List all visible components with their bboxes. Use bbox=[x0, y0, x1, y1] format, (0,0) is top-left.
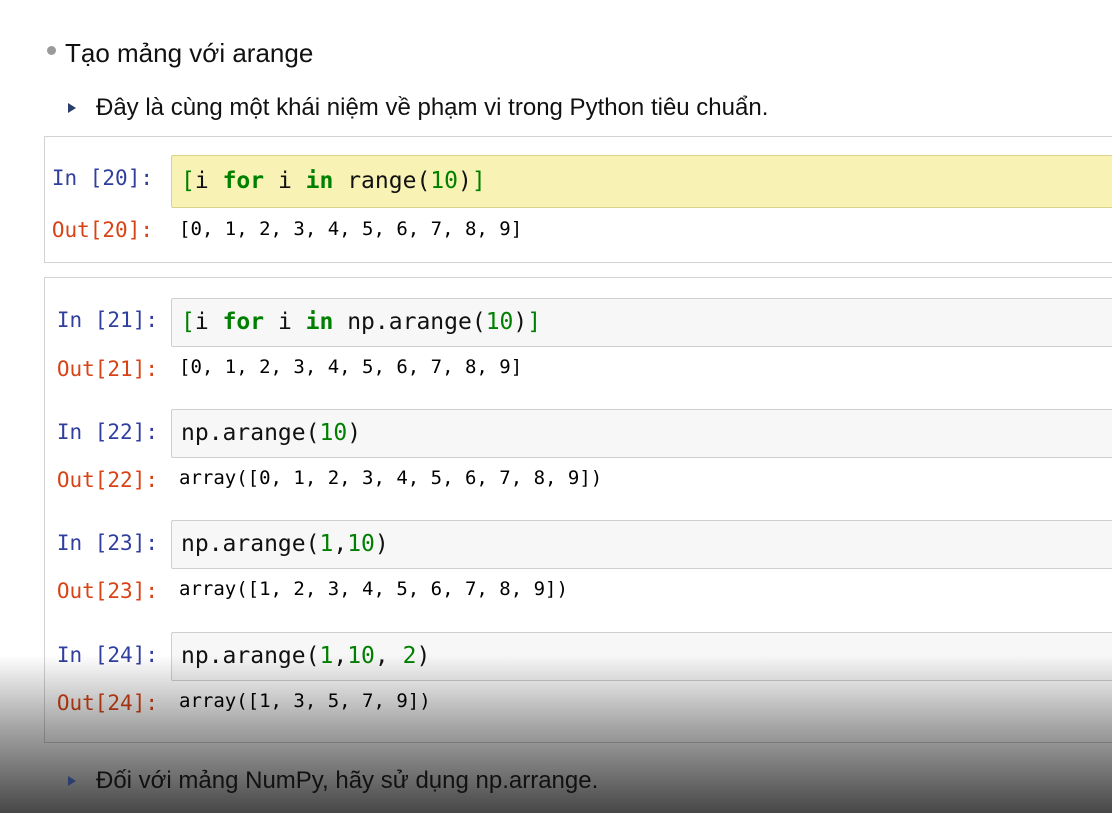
notebook-cell-group-1: In [20]: [i for i in range(10)] Out[20]:… bbox=[44, 136, 1112, 263]
cell-output: [0, 1, 2, 3, 4, 5, 6, 7, 8, 9] bbox=[179, 218, 523, 240]
cell-output: [0, 1, 2, 3, 4, 5, 6, 7, 8, 9] bbox=[179, 356, 523, 378]
bullet-text: Đây là cùng một khái niệm về phạm vi tro… bbox=[96, 94, 769, 121]
code-cell-input[interactable]: np.arange(1,10) bbox=[171, 520, 1112, 569]
triangle-bullet-icon bbox=[68, 776, 76, 786]
in-prompt: In [21]: bbox=[56, 308, 158, 332]
code-cell-input[interactable]: [i for i in range(10)] bbox=[171, 155, 1112, 208]
out-prompt: Out[24]: bbox=[56, 691, 158, 715]
out-prompt: Out[23]: bbox=[56, 579, 158, 603]
bullet-text: Đối với mảng NumPy, hãy sử dụng np.arran… bbox=[96, 767, 599, 794]
bullet-title: Tạo mảng với arange bbox=[65, 38, 314, 68]
code-cell-input[interactable]: [i for i in np.arange(10)] bbox=[171, 298, 1112, 347]
bullet-level2-numpy: Đối với mảng NumPy, hãy sử dụng np.arran… bbox=[68, 767, 598, 795]
in-prompt: In [22]: bbox=[56, 420, 158, 444]
cell-output: array([1, 3, 5, 7, 9]) bbox=[179, 690, 431, 712]
in-prompt: In [23]: bbox=[56, 531, 158, 555]
bullet-level2-range: Đây là cùng một khái niệm về phạm vi tro… bbox=[68, 94, 768, 122]
bullet-dot-icon bbox=[47, 46, 56, 55]
bullet-level1: Tạo mảng với arange bbox=[47, 38, 313, 69]
cell-output: array([0, 1, 2, 3, 4, 5, 6, 7, 8, 9]) bbox=[179, 467, 603, 489]
cell-output: array([1, 2, 3, 4, 5, 6, 7, 8, 9]) bbox=[179, 578, 568, 600]
code-cell-input[interactable]: np.arange(1,10, 2) bbox=[171, 632, 1112, 681]
in-prompt: In [24]: bbox=[56, 643, 158, 667]
notebook-cell-group-2: In [21]: [i for i in np.arange(10)] Out[… bbox=[44, 277, 1112, 743]
code-cell-input[interactable]: np.arange(10) bbox=[171, 409, 1112, 458]
slide: Tạo mảng với arange Đây là cùng một khái… bbox=[0, 0, 1112, 813]
out-prompt: Out[20]: bbox=[51, 218, 153, 242]
triangle-bullet-icon bbox=[68, 103, 76, 113]
in-prompt: In [20]: bbox=[51, 166, 153, 190]
out-prompt: Out[21]: bbox=[56, 357, 158, 381]
out-prompt: Out[22]: bbox=[56, 468, 158, 492]
